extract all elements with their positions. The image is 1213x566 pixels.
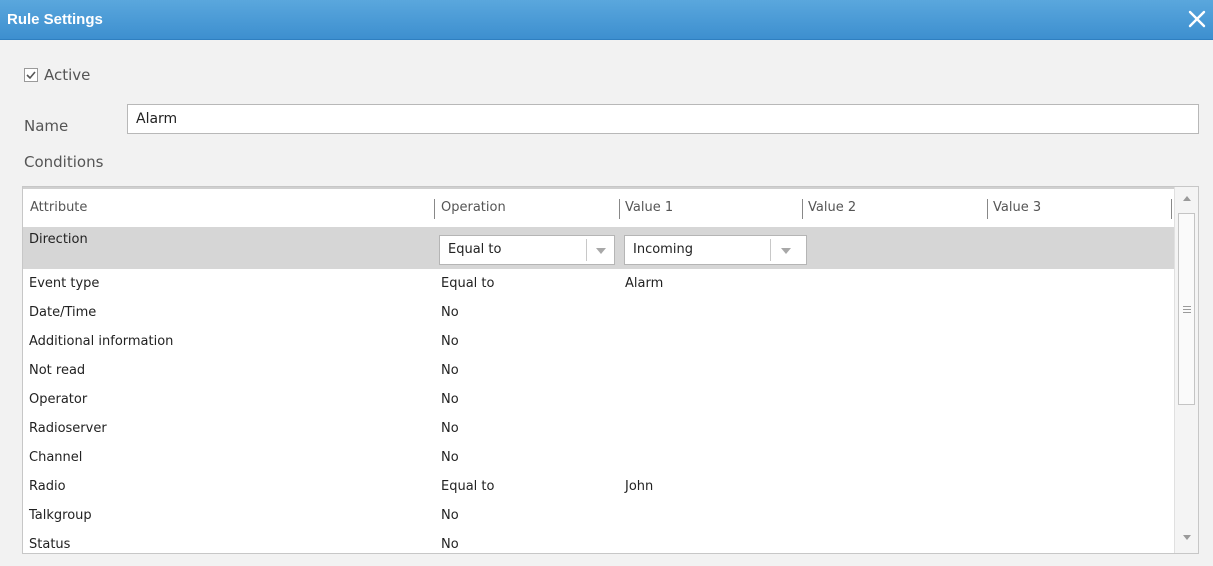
active-checkbox-row[interactable]: Active bbox=[24, 66, 90, 84]
conditions-label: Conditions bbox=[24, 153, 104, 171]
cell-attribute: Date/Time bbox=[29, 305, 97, 320]
active-label: Active bbox=[44, 66, 91, 84]
table-row[interactable]: Radio Equal to John bbox=[23, 472, 1176, 501]
active-checkbox[interactable] bbox=[24, 68, 38, 82]
table-row-selected[interactable]: Direction Equal to Incoming bbox=[23, 227, 1176, 269]
column-divider[interactable] bbox=[619, 199, 620, 219]
table-row[interactable]: Operator No bbox=[23, 385, 1176, 414]
column-header-operation[interactable]: Operation bbox=[441, 189, 506, 227]
scroll-up-icon[interactable] bbox=[1183, 196, 1191, 202]
cell-attribute: Additional information bbox=[29, 334, 174, 349]
cell-attribute: Radio bbox=[29, 479, 66, 494]
cell-value1: John bbox=[625, 479, 654, 494]
column-divider[interactable] bbox=[987, 199, 988, 219]
operation-dropdown-value: Equal to bbox=[448, 242, 502, 257]
scrollbar-thumb[interactable] bbox=[1178, 213, 1195, 405]
grip-icon bbox=[1183, 306, 1191, 313]
column-header-value3[interactable]: Value 3 bbox=[993, 189, 1041, 227]
title-bar: Rule Settings bbox=[0, 0, 1213, 40]
table-row[interactable]: Status No bbox=[23, 530, 1176, 553]
conditions-grid: Attribute Operation Value 1 Value 2 Valu… bbox=[22, 186, 1199, 554]
cell-attribute: Event type bbox=[29, 276, 100, 291]
table-row[interactable]: Not read No bbox=[23, 356, 1176, 385]
window-title: Rule Settings bbox=[7, 11, 103, 28]
value1-dropdown[interactable]: Incoming bbox=[624, 235, 807, 265]
table-row[interactable]: Additional information No bbox=[23, 327, 1176, 356]
cell-operation: No bbox=[441, 421, 459, 436]
name-label: Name bbox=[24, 117, 69, 135]
cell-operation: No bbox=[441, 450, 459, 465]
grid-rows: Direction Equal to Incoming Event type E… bbox=[23, 227, 1176, 553]
scroll-down-icon[interactable] bbox=[1183, 535, 1191, 541]
checkmark-icon bbox=[26, 71, 36, 80]
cell-operation: No bbox=[441, 363, 459, 378]
dialog-content: Active Name Conditions Attribute Operati… bbox=[0, 40, 1213, 566]
column-header-attribute[interactable]: Attribute bbox=[30, 189, 87, 227]
name-input[interactable] bbox=[127, 104, 1199, 134]
table-row[interactable]: Channel No bbox=[23, 443, 1176, 472]
cell-operation: No bbox=[441, 334, 459, 349]
close-button[interactable] bbox=[1186, 8, 1208, 30]
column-divider[interactable] bbox=[802, 199, 803, 219]
vertical-scrollbar[interactable] bbox=[1174, 187, 1198, 553]
cell-attribute: Direction bbox=[29, 232, 88, 247]
table-row[interactable]: Talkgroup No bbox=[23, 501, 1176, 530]
chevron-down-icon[interactable] bbox=[595, 247, 607, 255]
cell-attribute: Status bbox=[29, 537, 71, 552]
column-header-value1[interactable]: Value 1 bbox=[625, 189, 673, 227]
table-row[interactable]: Radioserver No bbox=[23, 414, 1176, 443]
cell-attribute: Not read bbox=[29, 363, 86, 378]
cell-operation: Equal to bbox=[441, 479, 495, 494]
cell-operation: No bbox=[441, 392, 459, 407]
cell-operation: No bbox=[441, 305, 459, 320]
dropdown-divider bbox=[770, 239, 771, 261]
cell-operation: No bbox=[441, 508, 459, 523]
cell-attribute: Operator bbox=[29, 392, 88, 407]
cell-operation: No bbox=[441, 537, 459, 552]
cell-operation: Equal to bbox=[441, 276, 495, 291]
column-divider[interactable] bbox=[434, 199, 435, 219]
cell-attribute: Radioserver bbox=[29, 421, 107, 436]
column-header-value2[interactable]: Value 2 bbox=[808, 189, 856, 227]
cell-attribute: Channel bbox=[29, 450, 83, 465]
grid-header: Attribute Operation Value 1 Value 2 Valu… bbox=[23, 187, 1176, 227]
column-divider[interactable] bbox=[1171, 199, 1172, 219]
chevron-down-icon[interactable] bbox=[780, 247, 792, 255]
cell-value1: Alarm bbox=[625, 276, 664, 291]
table-row[interactable]: Event type Equal to Alarm bbox=[23, 269, 1176, 298]
value1-dropdown-value: Incoming bbox=[633, 242, 693, 257]
operation-dropdown[interactable]: Equal to bbox=[439, 235, 615, 265]
close-icon bbox=[1188, 10, 1206, 28]
cell-attribute: Talkgroup bbox=[29, 508, 92, 523]
dropdown-divider bbox=[586, 239, 587, 261]
table-row[interactable]: Date/Time No bbox=[23, 298, 1176, 327]
